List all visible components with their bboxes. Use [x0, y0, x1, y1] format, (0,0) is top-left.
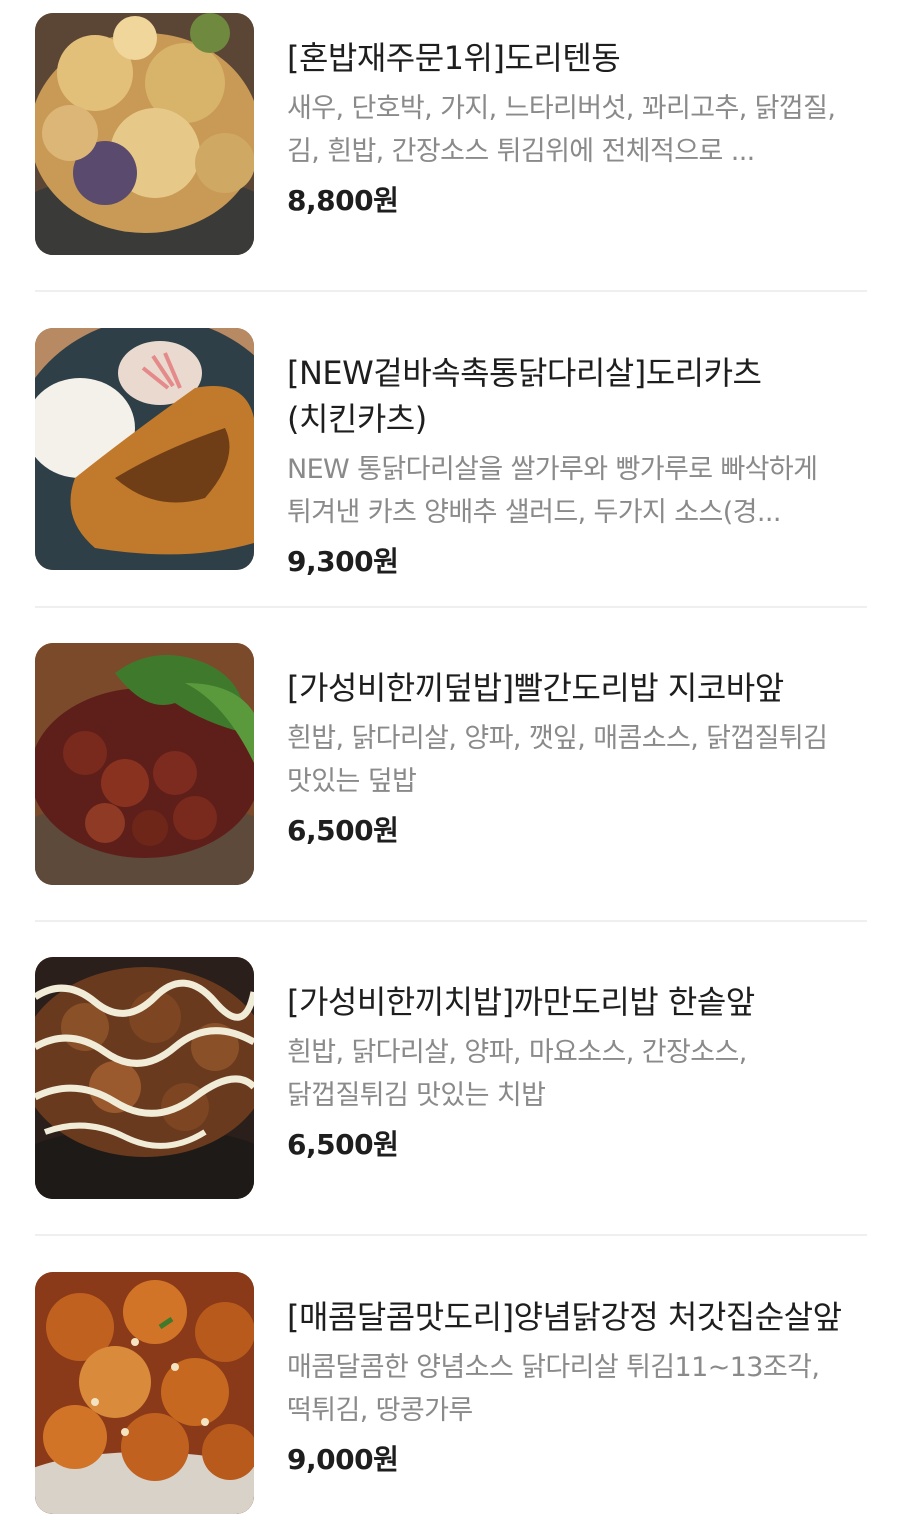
menu-item-title: [가성비한끼덮밥]빨간도리밥 지코바앞 [287, 669, 784, 707]
menu-item[interactable]: [가성비한끼치밥]까만도리밥 한솥앞 흰밥, 닭다리살, 양파, 마요소스, 간… [35, 957, 867, 1201]
menu-item[interactable]: [가성비한끼덮밥]빨간도리밥 지코바앞 흰밥, 닭다리살, 양파, 깻잎, 매콤… [35, 643, 867, 887]
menu-item-price: 8,800원 [287, 184, 399, 217]
menu-item-info: [NEW겉바속촉통닭다리살]도리카츠(치킨카츠) NEW 통닭다리살을 쌀가루와… [287, 350, 867, 582]
menu-list: [혼밥재주문1위]도리텐동 새우, 단호박, 가지, 느타리버섯, 꽈리고추, … [0, 0, 900, 1521]
menu-item-title: [혼밥재주문1위]도리텐동 [287, 39, 621, 77]
menu-item-info: [가성비한끼덮밥]빨간도리밥 지코바앞 흰밥, 닭다리살, 양파, 깻잎, 매콤… [287, 665, 867, 851]
menu-item-photo [35, 643, 254, 885]
menu-item-info: [가성비한끼치밥]까만도리밥 한솥앞 흰밥, 닭다리살, 양파, 마요소스, 간… [287, 979, 867, 1165]
menu-item-description: 흰밥, 닭다리살, 양파, 마요소스, 간장소스, 닭껍질튀김 맛있는 치밥 [287, 1037, 747, 1111]
menu-item[interactable]: [매콤달콤맛도리]양념닭강정 처갓집순살앞 매콤달콤한 양념소스 닭다리살 튀김… [35, 1272, 867, 1516]
menu-item-photo [35, 1272, 254, 1514]
menu-item-title: [매콤달콤맛도리]양념닭강정 처갓집순살앞 [287, 1298, 842, 1336]
divider [35, 606, 867, 608]
menu-item-price: 6,500원 [287, 814, 399, 847]
menu-item-description: 새우, 단호박, 가지, 느타리버섯, 꽈리고추, 닭껍질, 김, 흰밥, 간장… [287, 93, 836, 167]
menu-item-price: 9,000원 [287, 1443, 399, 1476]
divider [35, 290, 867, 292]
menu-item[interactable]: [NEW겉바속촉통닭다리살]도리카츠(치킨카츠) NEW 통닭다리살을 쌀가루와… [35, 328, 867, 578]
menu-item-photo [35, 957, 254, 1199]
menu-item-price: 9,300원 [287, 545, 399, 578]
divider [35, 1234, 867, 1236]
menu-item-description: 흰밥, 닭다리살, 양파, 깻잎, 매콤소스, 닭껍질튀김 맛있는 덮밥 [287, 723, 828, 797]
menu-item-info: [혼밥재주문1위]도리텐동 새우, 단호박, 가지, 느타리버섯, 꽈리고추, … [287, 35, 867, 221]
menu-item-photo [35, 328, 254, 570]
menu-item-description: 매콤달콤한 양념소스 닭다리살 튀김11~13조각, 떡튀김, 땅콩가루 [287, 1352, 820, 1426]
menu-item[interactable]: [혼밥재주문1위]도리텐동 새우, 단호박, 가지, 느타리버섯, 꽈리고추, … [35, 13, 867, 257]
menu-item-title: [NEW겉바속촉통닭다리살]도리카츠(치킨카츠) [287, 354, 762, 438]
menu-item-photo [35, 13, 254, 255]
menu-item-info: [매콤달콤맛도리]양념닭강정 처갓집순살앞 매콤달콤한 양념소스 닭다리살 튀김… [287, 1294, 867, 1480]
menu-item-description: NEW 통닭다리살을 쌀가루와 빵가루로 빠삭하게 튀겨낸 카츠 양배추 샐러드… [287, 454, 818, 528]
menu-item-title: [가성비한끼치밥]까만도리밥 한솥앞 [287, 983, 755, 1021]
divider [35, 920, 867, 922]
menu-item-price: 6,500원 [287, 1128, 399, 1161]
